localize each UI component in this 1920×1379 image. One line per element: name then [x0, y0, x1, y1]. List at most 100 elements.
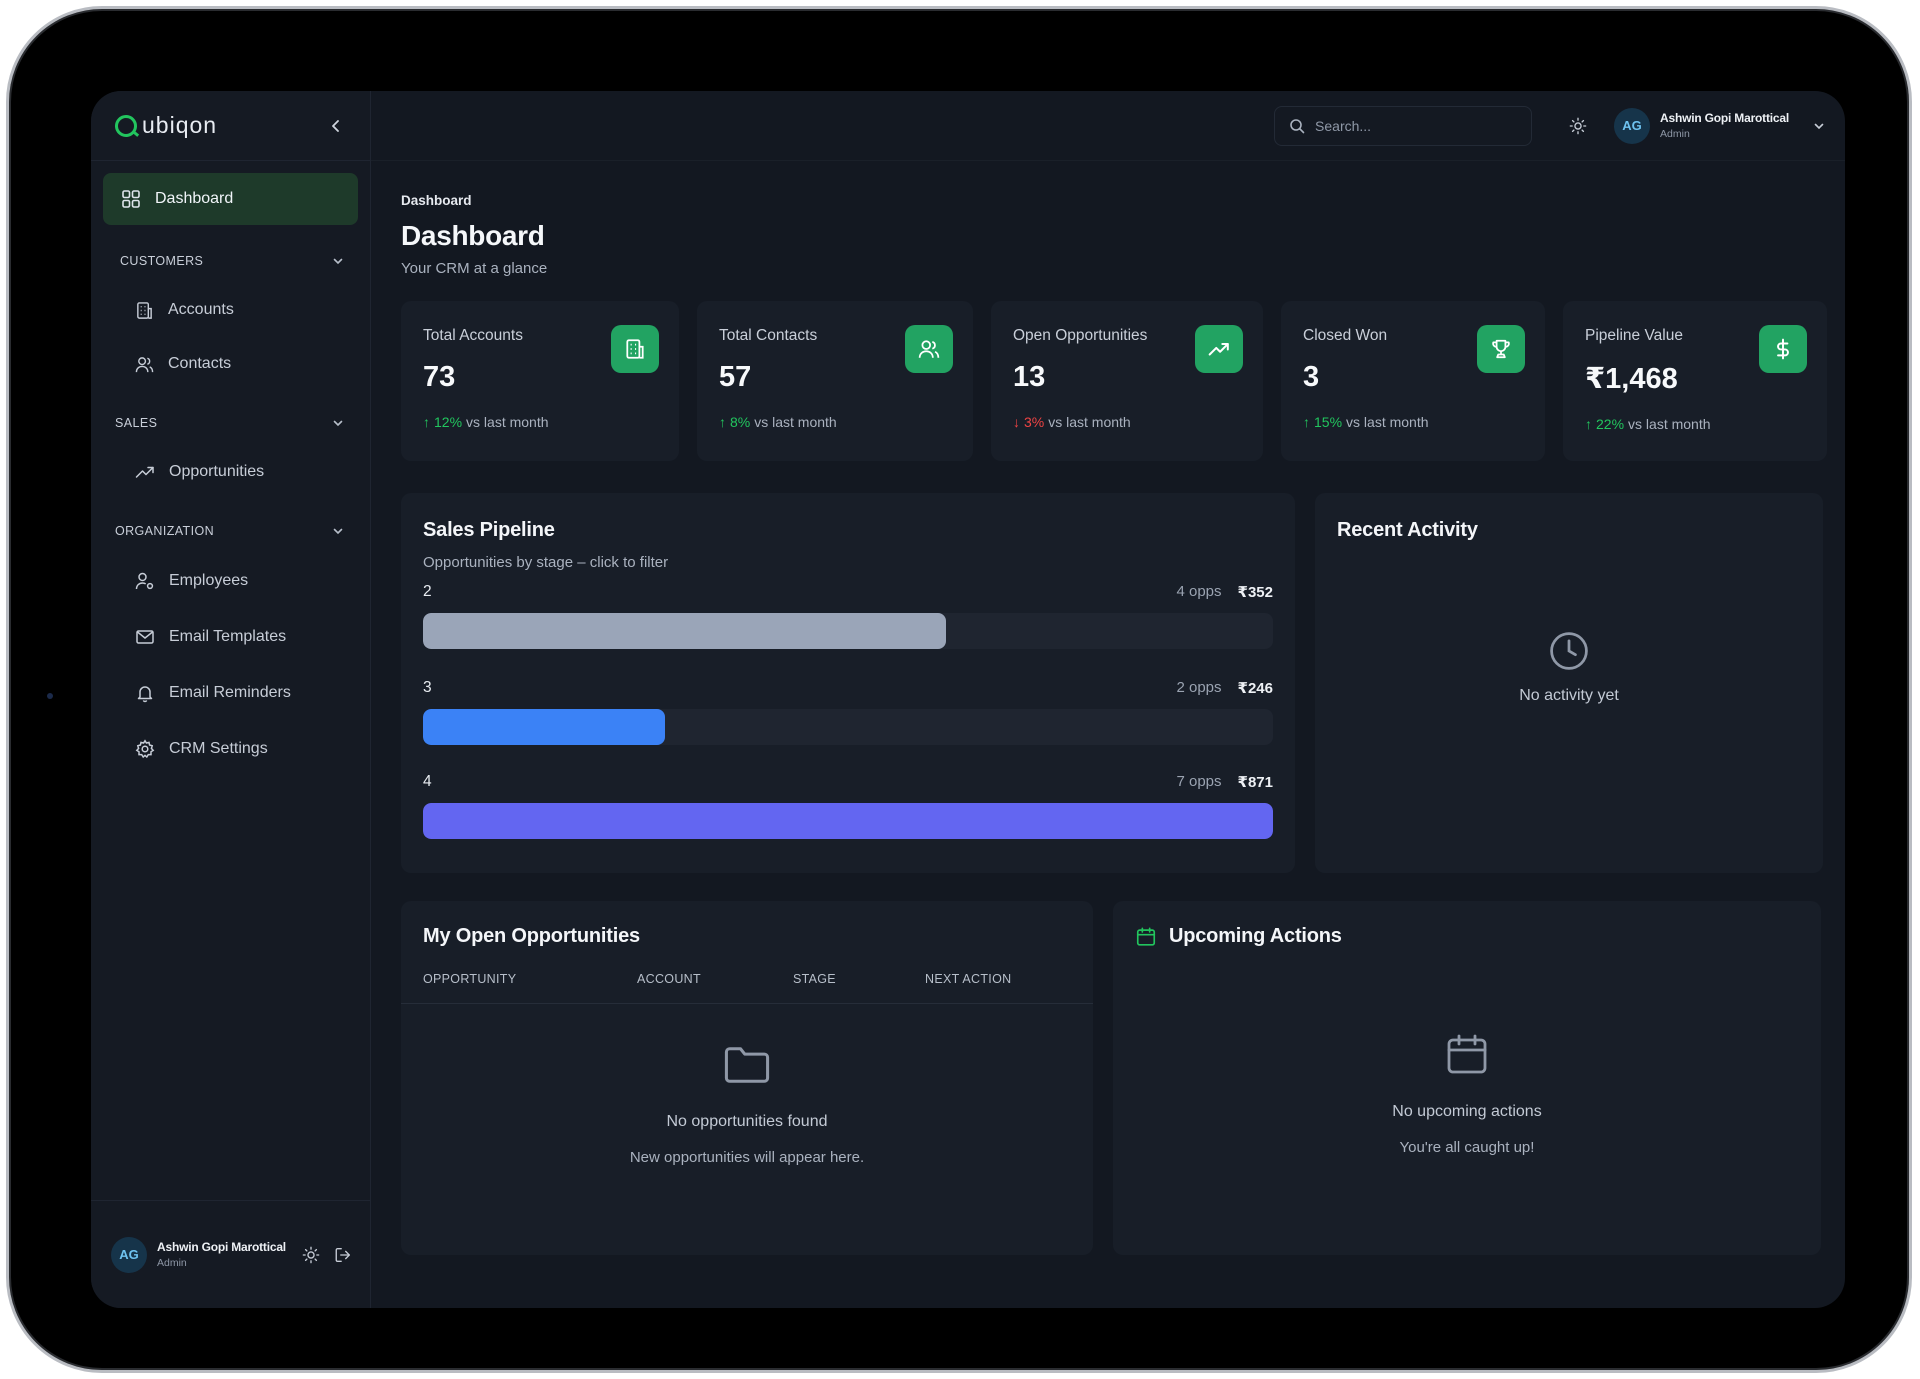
- sidebar-item-label: Email Reminders: [169, 684, 291, 701]
- collapse-sidebar-button[interactable]: [324, 114, 348, 138]
- row-pipeline-activity: Sales Pipeline Opportunities by stage – …: [401, 493, 1827, 873]
- empty-title: No opportunities found: [666, 1113, 828, 1130]
- stat-card-open-opportunities[interactable]: Open Opportunities 13 ↓ 3% vs last month: [991, 301, 1263, 461]
- page-subtitle: Your CRM at a glance: [401, 260, 548, 277]
- panel-title: Upcoming Actions: [1169, 925, 1342, 947]
- page-content: Dashboard Dashboard Your CRM at a glance…: [371, 193, 1845, 1255]
- sidebar-item-crm-settings[interactable]: CRM Settings: [103, 721, 358, 777]
- building-icon: [137, 301, 152, 319]
- stat-trend: ↑ 8% vs last month: [719, 414, 951, 430]
- chevron-left-icon: [332, 119, 339, 132]
- column-header-stage[interactable]: STAGE: [793, 972, 925, 986]
- logo-text: ubiqon: [142, 112, 218, 138]
- opportunities-empty-state: No opportunities found New opportunities…: [401, 1039, 1093, 1166]
- trend-percent: 15%: [1314, 414, 1343, 430]
- trend-suffix: vs last month: [1628, 416, 1711, 432]
- stage-bar-track[interactable]: [423, 709, 1273, 745]
- sidebar-item-email-reminders[interactable]: Email Reminders: [103, 665, 358, 721]
- sidebar-nav: Dashboard CUSTOMERS Accounts Contacts SA…: [91, 161, 370, 777]
- stage-meta: 7 opps ₹871: [1176, 773, 1273, 791]
- trending-up-icon: [1208, 343, 1229, 356]
- user-info: Ashwin Gopi Marottical Admin: [157, 1240, 286, 1269]
- user-info: Ashwin Gopi Marottical Admin: [1660, 111, 1789, 140]
- pipeline-stage-2[interactable]: 2 4 opps ₹352: [423, 581, 1273, 649]
- search-icon: [1290, 118, 1305, 133]
- sidebar-item-employees[interactable]: Employees: [103, 553, 358, 609]
- sidebar-item-accounts[interactable]: Accounts: [103, 283, 358, 337]
- trending-up-icon: [135, 466, 154, 478]
- section-customers[interactable]: CUSTOMERS: [103, 239, 358, 283]
- section-label: CUSTOMERS: [120, 254, 204, 268]
- stat-icon: [1195, 325, 1243, 373]
- stage-bar-fill: [423, 709, 666, 745]
- stage-name: 2: [423, 583, 432, 600]
- table-header: OPPORTUNITY ACCOUNT STAGE NEXT ACTION: [401, 972, 1093, 1004]
- breadcrumb[interactable]: Dashboard: [401, 193, 1827, 208]
- user-menu[interactable]: AG Ashwin Gopi Marottical Admin: [1614, 107, 1825, 144]
- sidebar: ubiqon Dashboard CUSTOMERS Accounts Cont…: [91, 91, 371, 1308]
- footer-actions: [302, 1246, 352, 1264]
- user-role: Admin: [1660, 128, 1690, 140]
- users-icon: [918, 340, 940, 358]
- topbar: AG Ashwin Gopi Marottical Admin: [371, 91, 1845, 161]
- stage-bar-track[interactable]: [423, 803, 1273, 839]
- sun-icon: [1569, 117, 1587, 134]
- stat-trend: ↑ 22% vs last month: [1585, 416, 1805, 432]
- activity-empty-state: No activity yet: [1315, 629, 1823, 705]
- page-title: Dashboard: [401, 220, 545, 251]
- pipeline-stage-3[interactable]: 3 2 opps ₹246: [423, 677, 1273, 745]
- my-open-opportunities-panel: My Open Opportunities OPPORTUNITY ACCOUN…: [401, 901, 1093, 1255]
- sun-icon: [302, 1246, 320, 1263]
- stat-card-total-contacts[interactable]: Total Contacts 57 ↑ 8% vs last month: [697, 301, 973, 461]
- search-input[interactable]: [1315, 117, 1506, 134]
- stat-card-pipeline-value[interactable]: Pipeline Value ₹1,468 ↑ 22% vs last mont…: [1563, 301, 1827, 461]
- stage-meta: 2 opps ₹246: [1176, 679, 1273, 697]
- chevron-down-icon: [333, 420, 343, 427]
- avatar[interactable]: AG: [111, 1236, 147, 1273]
- column-header-account[interactable]: ACCOUNT: [637, 972, 793, 986]
- stage-amount: ₹352: [1237, 584, 1273, 601]
- sidebar-item-dashboard[interactable]: Dashboard: [103, 173, 358, 225]
- column-header-opportunity[interactable]: OPPORTUNITY: [423, 972, 637, 986]
- section-sales[interactable]: SALES: [103, 401, 358, 445]
- stage-bar-fill: [423, 613, 946, 649]
- stage-header: 4 7 opps ₹871: [423, 771, 1273, 791]
- stage-bar-track[interactable]: [423, 613, 1273, 649]
- arrow-up-icon: ↑: [1303, 414, 1310, 430]
- stat-card-closed-won[interactable]: Closed Won 3 ↑ 15% vs last month: [1281, 301, 1545, 461]
- stage-header: 3 2 opps ₹246: [423, 677, 1273, 697]
- section-organization[interactable]: ORGANIZATION: [103, 509, 358, 553]
- sidebar-item-contacts[interactable]: Contacts: [103, 337, 358, 391]
- logout-icon: [335, 1247, 350, 1262]
- user-cog-icon: [135, 572, 154, 590]
- stats-row: Total Accounts 73 ↑ 12% vs last month To…: [401, 301, 1827, 461]
- empty-subtitle: You're all caught up!: [1399, 1139, 1535, 1156]
- users-icon: [135, 356, 154, 372]
- dollar-icon: [1777, 338, 1789, 360]
- stage-opps: 2 opps: [1176, 679, 1222, 696]
- panel-title: Sales Pipeline: [423, 519, 555, 541]
- search-box[interactable]: [1274, 105, 1533, 146]
- stat-icon: [905, 325, 953, 373]
- sidebar-item-email-templates[interactable]: Email Templates: [103, 609, 358, 665]
- stage-bar-fill: [423, 803, 1273, 839]
- stage-amount: ₹871: [1237, 774, 1273, 791]
- trend-suffix: vs last month: [1346, 414, 1429, 430]
- section-label: SALES: [115, 416, 158, 430]
- user-name: Ashwin Gopi Marottical: [1660, 111, 1789, 125]
- folder-icon: [724, 1047, 770, 1083]
- column-header-next-action[interactable]: NEXT ACTION: [925, 972, 1011, 986]
- stat-trend: ↑ 15% vs last month: [1303, 414, 1523, 430]
- logo[interactable]: ubiqon: [115, 112, 217, 139]
- stat-icon: [1477, 325, 1525, 373]
- stat-card-total-accounts[interactable]: Total Accounts 73 ↑ 12% vs last month: [401, 301, 679, 461]
- sidebar-item-label: Opportunities: [169, 463, 265, 480]
- theme-toggle-button[interactable]: [1560, 108, 1596, 144]
- pipeline-stage-4[interactable]: 4 7 opps ₹871: [423, 771, 1273, 839]
- sidebar-item-label: Employees: [169, 572, 249, 589]
- trophy-icon: [1492, 339, 1510, 359]
- row-opportunities-upcoming: My Open Opportunities OPPORTUNITY ACCOUN…: [401, 901, 1827, 1255]
- arrow-up-icon: ↑: [719, 414, 726, 430]
- chevron-down-icon: [333, 258, 343, 265]
- sidebar-item-opportunities[interactable]: Opportunities: [103, 445, 358, 499]
